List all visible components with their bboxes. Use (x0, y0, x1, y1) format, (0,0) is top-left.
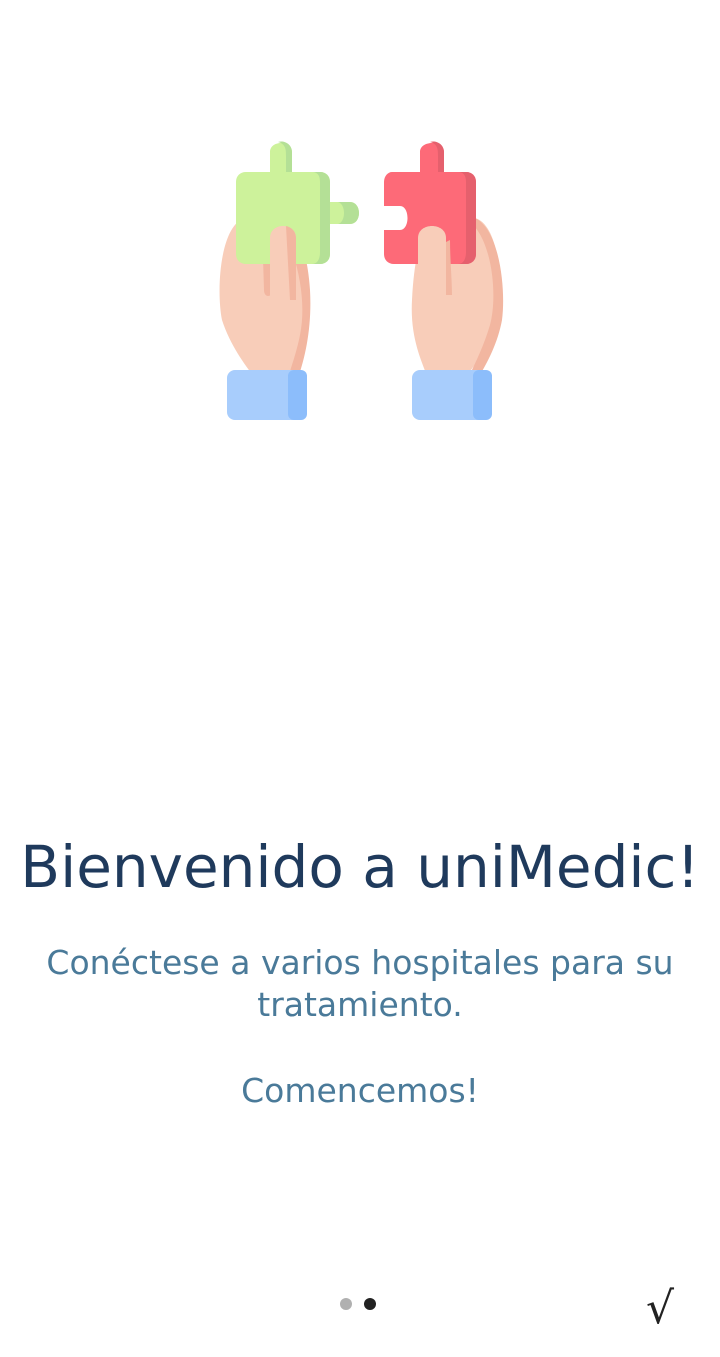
checkmark-icon: √ (645, 1282, 675, 1334)
done-button[interactable]: √ (630, 1278, 690, 1338)
onboarding-cta-text: Comencemos! (241, 1071, 479, 1110)
page-indicator-dot-1[interactable] (340, 1298, 352, 1310)
page-title: Bienvenido a uniMedic! (20, 833, 700, 901)
onboarding-description: Conéctese a varios hospitales para su tr… (46, 943, 674, 1024)
page-indicator (340, 1298, 376, 1312)
hands-puzzle-icon (200, 130, 520, 430)
page-indicator-dot-2[interactable] (364, 1298, 376, 1310)
